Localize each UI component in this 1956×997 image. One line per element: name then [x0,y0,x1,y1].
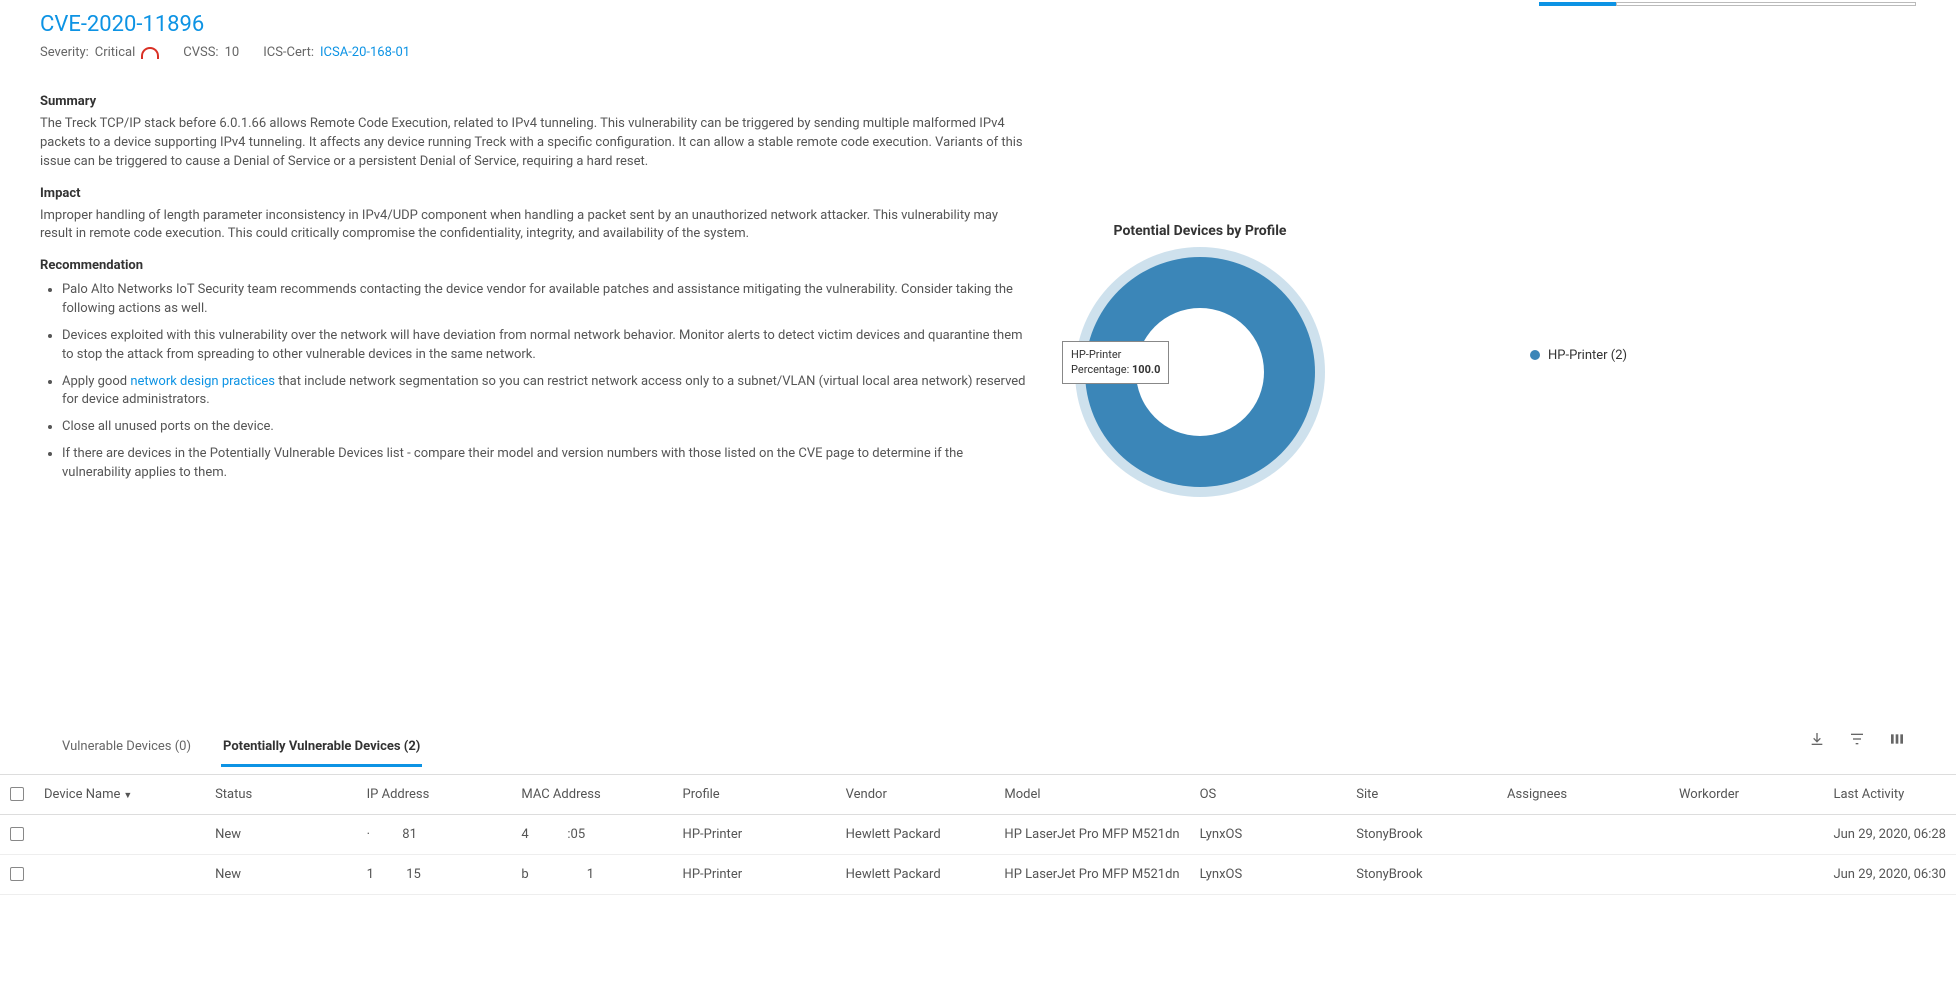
tab-potentially-vulnerable-devices[interactable]: Potentially Vulnerable Devices (2) [221,731,422,767]
sort-desc-icon: ▼ [123,791,132,801]
ics-cert-link[interactable]: ICSA-20-168-01 [320,45,410,60]
col-os[interactable]: OS [1190,774,1347,814]
col-ip-address[interactable]: IP Address [357,774,512,814]
severity-value: Critical [95,45,135,60]
recommendation-item: If there are devices in the Potentially … [62,445,1030,483]
tooltip-series-name: HP-Printer [1071,348,1160,362]
tooltip-pct-label: Percentage: [1071,363,1129,376]
recommendation-heading: Recommendation [40,258,1030,273]
col-vendor[interactable]: Vendor [836,774,995,814]
impact-text: Improper handling of length parameter in… [40,207,1030,245]
table-row[interactable]: New · 81 4 :05 HP-Printer Hewlett Packar… [0,814,1956,854]
recommendation-item: Palo Alto Networks IoT Security team rec… [62,281,1030,319]
cvss-value: 10 [225,45,240,60]
filter-icon[interactable] [1848,730,1866,748]
gauge-critical-icon [141,47,159,59]
recommendation-item: Close all unused ports on the device. [62,418,1030,437]
top-action-button[interactable] [1539,2,1617,6]
col-model[interactable]: Model [994,774,1189,814]
ics-cert-meta: ICS-Cert: ICSA-20-168-01 [263,45,410,60]
legend-label: HP-Printer (2) [1548,348,1627,363]
row-checkbox[interactable] [10,827,24,841]
severity-meta: Severity: Critical [40,45,159,60]
impact-heading: Impact [40,186,1030,201]
network-design-practices-link[interactable]: network design practices [130,374,275,389]
col-last-activity[interactable]: Last Activity [1823,774,1956,814]
select-all-checkbox[interactable] [10,787,24,801]
summary-heading: Summary [40,94,1030,109]
col-assignees[interactable]: Assignees [1497,774,1669,814]
col-device-name[interactable]: Device Name▼ [34,774,205,814]
recommendation-item: Devices exploited with this vulnerabilit… [62,327,1030,365]
cve-id-title[interactable]: CVE-2020-11896 [40,12,1916,37]
donut-legend-item[interactable]: HP-Printer (2) [1530,348,1627,363]
donut-title: Potential Devices by Profile [1070,223,1330,239]
col-mac-address[interactable]: MAC Address [511,774,672,814]
col-workorder[interactable]: Workorder [1669,774,1824,814]
recommendation-list: Palo Alto Networks IoT Security team rec… [40,281,1030,483]
donut-tooltip: HP-Printer Percentage: 100.0 [1062,341,1169,384]
recommendation-item: Apply good network design practices that… [62,373,1030,411]
col-site[interactable]: Site [1346,774,1497,814]
columns-icon[interactable] [1888,730,1906,748]
cvss-label: CVSS: [183,45,218,60]
col-profile[interactable]: Profile [673,774,836,814]
donut-chart: Potential Devices by Profile HP-Printer … [1070,223,1330,487]
row-checkbox[interactable] [10,867,24,881]
severity-label: Severity: [40,45,89,60]
cve-meta-row: Severity: Critical CVSS: 10 ICS-Cert: IC… [40,45,1916,60]
ics-cert-label: ICS-Cert: [263,45,314,60]
top-search-field[interactable] [1616,2,1916,6]
legend-dot-icon [1530,350,1540,360]
tooltip-pct-value: 100.0 [1132,363,1160,376]
tab-vulnerable-devices[interactable]: Vulnerable Devices (0) [60,731,193,767]
devices-table: Device Name▼ Status IP Address MAC Addre… [0,774,1956,895]
summary-text: The Treck TCP/IP stack before 6.0.1.66 a… [40,115,1030,172]
cvss-meta: CVSS: 10 [183,45,239,60]
col-status[interactable]: Status [205,774,357,814]
table-row[interactable]: New 1 15 b 1 HP-Printer Hewlett Packard … [0,854,1956,894]
download-icon[interactable] [1808,730,1826,748]
